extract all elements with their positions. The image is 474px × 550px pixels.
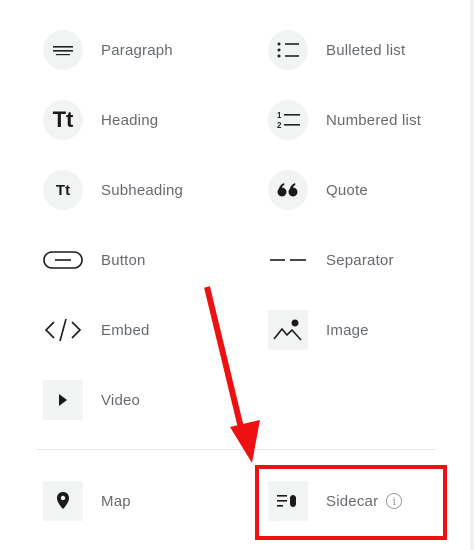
bulleted-list-icon [268, 30, 308, 70]
video-label: Video [101, 391, 141, 409]
button-icon [43, 240, 83, 280]
block-embed[interactable]: Embed [43, 304, 253, 356]
block-separator[interactable]: Separator [268, 234, 474, 286]
separator-label: Separator [326, 251, 394, 269]
image-label: Image [326, 321, 369, 339]
map-label: Map [101, 492, 131, 510]
section-divider [36, 449, 436, 450]
block-image[interactable]: Image [268, 304, 474, 356]
block-video[interactable]: Video [43, 374, 253, 426]
numbered-list-icon: 12 [268, 100, 308, 140]
quote-label: Quote [326, 181, 368, 199]
quote-icon [268, 170, 308, 210]
paragraph-label: Paragraph [101, 41, 173, 59]
block-bulleted-list[interactable]: Bulleted list [268, 24, 474, 76]
paragraph-icon [43, 30, 83, 70]
heading-glyph: Tt [52, 107, 74, 132]
video-icon [43, 380, 83, 420]
subheading-icon: Tt [43, 170, 83, 210]
subheading-glyph: Tt [55, 181, 71, 199]
separator-icon [268, 240, 308, 280]
block-quote[interactable]: Quote [268, 164, 474, 216]
block-heading[interactable]: Tt Heading [43, 94, 253, 146]
block-paragraph[interactable]: Paragraph [43, 24, 253, 76]
block-map[interactable]: Map [43, 475, 253, 527]
block-button[interactable]: Button [43, 234, 253, 286]
bulleted-list-label: Bulleted list [326, 41, 406, 59]
button-label: Button [101, 251, 146, 269]
block-numbered-list[interactable]: 12 Numbered list [268, 94, 474, 146]
sidecar-highlight-box [255, 465, 447, 540]
numbered-list-label: Numbered list [326, 111, 422, 129]
image-icon [268, 310, 308, 350]
heading-icon: Tt [43, 100, 83, 140]
svg-text:2: 2 [277, 121, 282, 130]
heading-label: Heading [101, 111, 159, 129]
block-subheading[interactable]: Tt Subheading [43, 164, 253, 216]
svg-text:1: 1 [277, 111, 282, 120]
embed-label: Embed [101, 321, 150, 339]
map-pin-icon [43, 481, 83, 521]
subheading-label: Subheading [101, 181, 184, 199]
embed-icon [43, 310, 83, 350]
